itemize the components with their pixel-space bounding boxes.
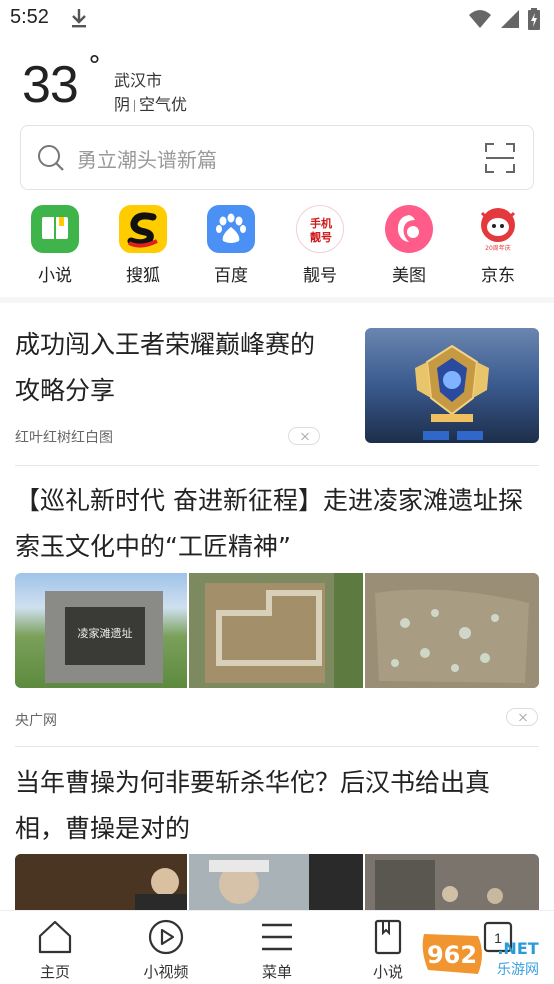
phone-number-icon: 手机 靓号 (296, 205, 344, 253)
shortcut-label: 靓号 (303, 266, 337, 286)
watermark-subtitle: 乐游网 (497, 962, 539, 978)
signal-icon (500, 9, 520, 33)
news-title: 当年曹操为何非要斩杀华佗？后汉书给出真相，曹操是对的 (15, 768, 491, 843)
air-quality: 空气优 (139, 95, 188, 114)
section-divider (0, 297, 554, 303)
search-bar[interactable]: 勇立潮头谱新篇 (20, 125, 534, 190)
divider (134, 99, 136, 112)
shortcut-haohao[interactable]: 手机 靓号 靓号 (285, 205, 355, 286)
meitu-icon (385, 205, 433, 253)
shortcut-novel[interactable]: 小说 (20, 205, 90, 286)
degree-symbol: ° (88, 51, 101, 81)
city-name: 武汉市 (114, 71, 163, 90)
shortcut-grid: 小说 搜狐 百度 手机 靓号 靓号 美图 20周年庆 京东 (0, 205, 554, 286)
news-card[interactable]: 成功闯入王者荣耀巅峰赛的攻略分享 红叶红树红白图 (15, 322, 539, 452)
shortcut-sohu[interactable]: 搜狐 (108, 205, 178, 286)
home-icon (38, 920, 72, 954)
tab-short-video[interactable]: 小视频 (126, 919, 206, 982)
dismiss-button[interactable] (288, 427, 320, 445)
scan-icon[interactable] (485, 143, 515, 177)
tab-home[interactable]: 主页 (15, 919, 95, 982)
news-thumbnail (365, 328, 539, 443)
svg-text:手机: 手机 (310, 216, 332, 230)
book-icon (31, 205, 79, 253)
svg-text:靓号: 靓号 (310, 230, 332, 244)
news-image (189, 573, 363, 688)
wifi-icon (468, 9, 492, 33)
tab-novel[interactable]: 小说 (348, 919, 428, 982)
watermark-number: 962 (427, 941, 477, 969)
news-card[interactable]: 【巡礼新时代 奋进新征程】走进凌家滩遗址探索玉文化中的“工匠精神” 凌家滩遗址 … (15, 478, 539, 733)
news-card[interactable]: 当年曹操为何非要斩杀华佗？后汉书给出真相，曹操是对的 (15, 760, 539, 910)
watermark-logo: 962 .NET 乐游网 (418, 930, 550, 980)
shortcut-jd[interactable]: 20周年庆 京东 (463, 205, 533, 286)
news-image (189, 854, 363, 910)
book-icon (374, 919, 402, 955)
dismiss-button[interactable] (506, 708, 538, 726)
shortcut-label: 搜狐 (126, 266, 160, 286)
news-source: 红叶红树红白图 (15, 430, 113, 446)
tab-menu[interactable]: 菜单 (237, 919, 317, 982)
sohu-icon (119, 205, 167, 253)
news-image (365, 854, 539, 910)
shortcut-label: 京东 (481, 266, 515, 286)
tab-label: 主页 (39, 963, 70, 981)
shortcut-label: 百度 (214, 266, 248, 286)
news-title: 成功闯入王者荣耀巅峰赛的攻略分享 (15, 330, 316, 405)
stone-inscription: 凌家滩遗址 (78, 626, 133, 640)
status-icons (468, 8, 540, 34)
news-image (15, 854, 187, 910)
separator (15, 746, 539, 747)
shortcut-meitu[interactable]: 美图 (374, 205, 444, 286)
tab-label: 菜单 (261, 963, 292, 981)
shortcut-baidu[interactable]: 百度 (196, 205, 266, 286)
news-image (365, 573, 539, 688)
news-title: 【巡礼新时代 奋进新征程】走进凌家滩遗址探索玉文化中的“工匠精神” (15, 486, 523, 561)
tab-label: 小视频 (143, 963, 189, 981)
separator (15, 465, 539, 466)
watermark-suffix: .NET (497, 939, 538, 958)
weather-condition: 阴空气优 (114, 91, 187, 115)
search-icon (37, 144, 65, 176)
status-bar: 5:52 (0, 0, 554, 38)
temperature: 33 (22, 56, 79, 114)
status-time: 5:52 (10, 6, 49, 28)
baidu-paw-icon (207, 205, 255, 253)
tab-label: 小说 (372, 963, 403, 981)
jd-icon: 20周年庆 (474, 205, 522, 253)
search-input[interactable]: 勇立潮头谱新篇 (77, 144, 217, 173)
shortcut-label: 美图 (392, 266, 426, 286)
condition-text: 阴 (114, 95, 131, 114)
jd-badge: 20周年庆 (485, 245, 511, 252)
battery-icon (528, 8, 540, 34)
menu-icon (262, 923, 292, 951)
news-image: 凌家滩遗址 (15, 573, 187, 688)
news-source: 央广网 (15, 713, 57, 729)
play-icon (148, 919, 184, 955)
download-icon (70, 8, 88, 32)
shortcut-label: 小说 (38, 266, 72, 286)
